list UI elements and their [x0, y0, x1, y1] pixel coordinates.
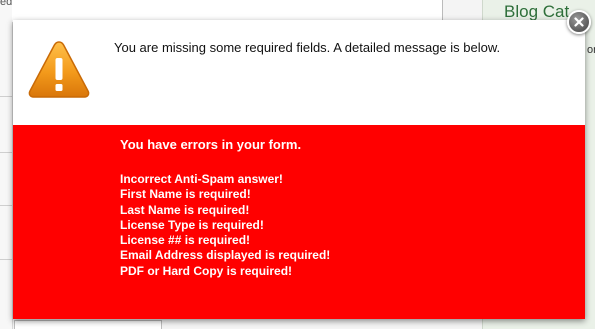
error-title: You have errors in your form. — [120, 137, 302, 152]
error-item: License Type is required! — [120, 217, 264, 232]
error-item: Email Address displayed is required! — [120, 248, 331, 263]
sidebar-text-fragment: or — [587, 44, 595, 56]
sidebar-title: Blog Cat — [504, 2, 570, 21]
background-input-fragment — [14, 320, 162, 329]
error-list: Incorrect Anti-Spam answer! First Name i… — [120, 172, 330, 279]
error-dialog: You are missing some required fields. A … — [13, 20, 585, 319]
error-item: PDF or Hard Copy is required! — [120, 263, 293, 278]
close-icon — [574, 17, 584, 27]
warning-icon — [27, 39, 91, 100]
error-item: First Name is required! — [120, 187, 251, 202]
error-item: License ## is required! — [120, 233, 251, 248]
background-divider — [442, 0, 443, 22]
background-left-column — [0, 0, 13, 329]
close-button[interactable] — [567, 10, 591, 34]
error-panel: You have errors in your form. Incorrect … — [13, 125, 585, 319]
dialog-header: You are missing some required fields. A … — [13, 20, 585, 125]
page: ed Blog Cat or You are missing some requ… — [0, 0, 595, 329]
error-item: Last Name is required! — [120, 202, 250, 217]
dialog-message: You are missing some required fields. A … — [114, 40, 501, 55]
error-item: Incorrect Anti-Spam answer! — [120, 172, 283, 186]
background-top-panel — [12, 0, 443, 22]
background-text-fragment: ed — [0, 0, 13, 8]
